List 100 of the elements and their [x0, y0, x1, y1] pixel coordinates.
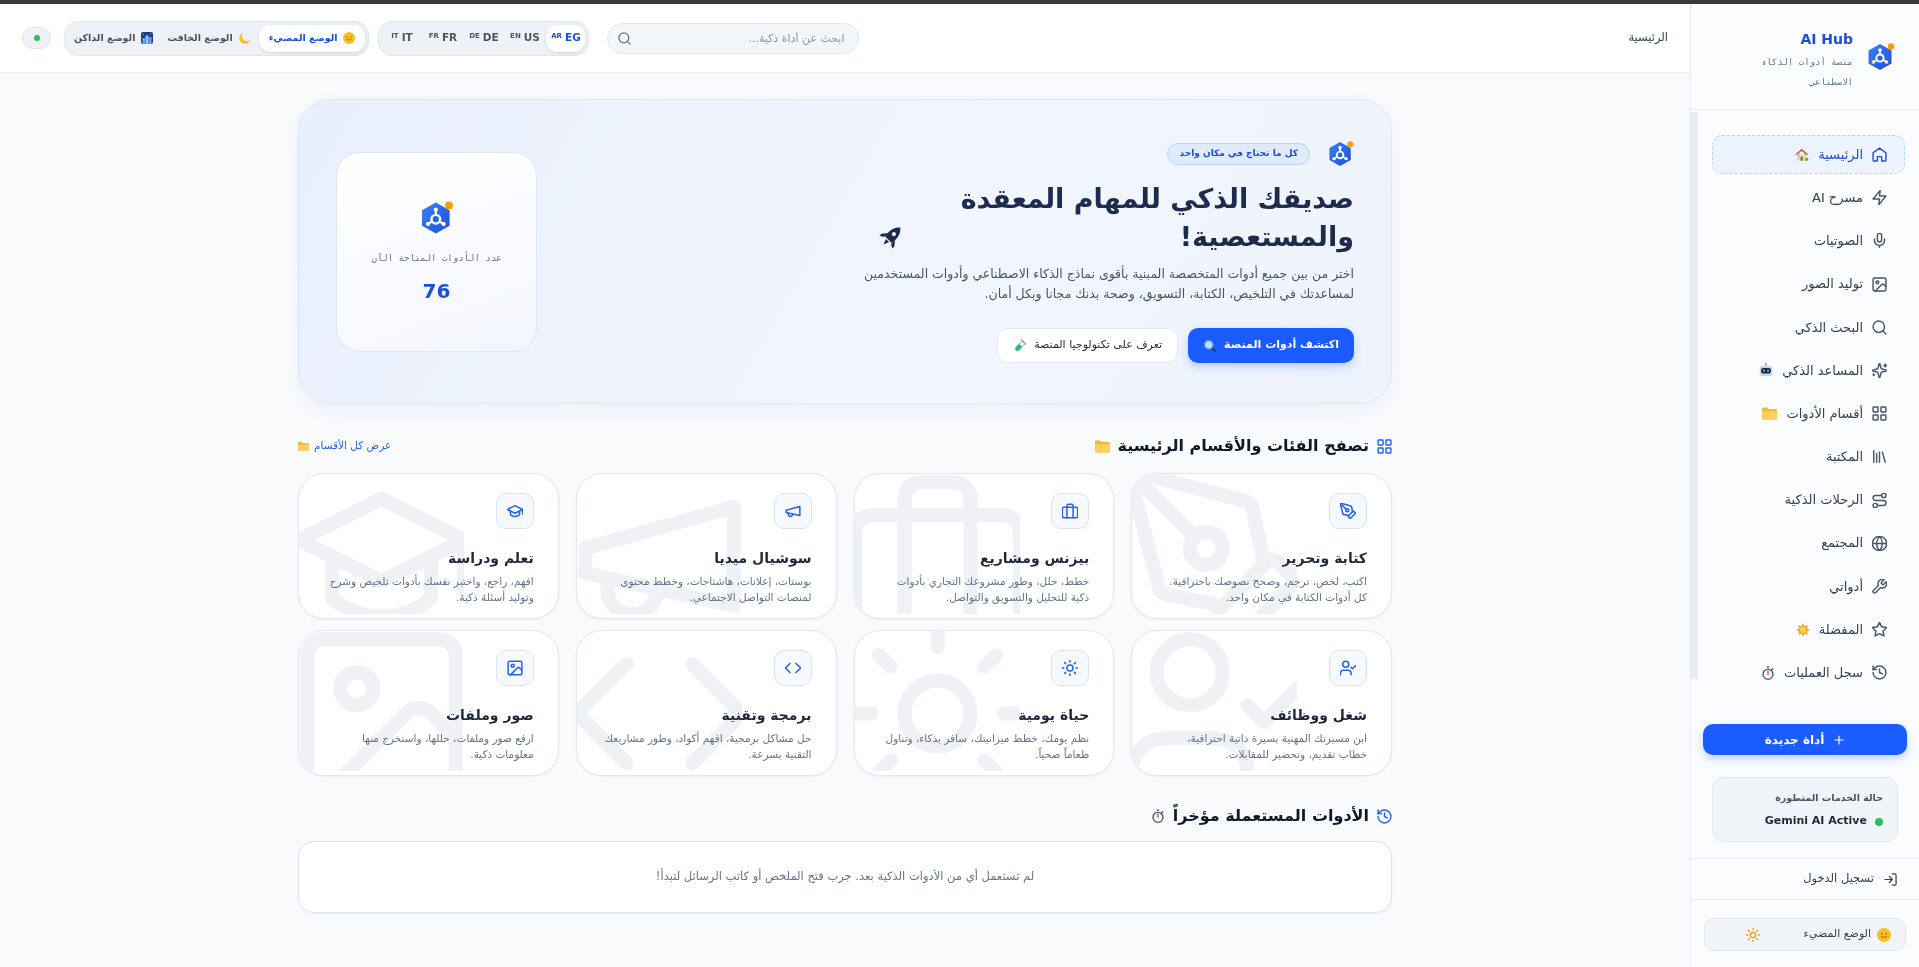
nav-item[interactable]: سجل العمليات — [1712, 653, 1905, 693]
category-card[interactable]: كتابة وتحرير اكتب، لخص، ترجم، وصحح نصوصك باحترافية. كل أدوات الكتابة في مكان واحد. — [1131, 473, 1392, 619]
stopwatch-icon — [1760, 665, 1775, 680]
theme-toggle-button[interactable]: الوضع المضيء — [1704, 918, 1906, 951]
section-title: تصفح الفئات والأقسام الرئيسية — [1117, 435, 1369, 457]
pen-nib-icon — [1329, 493, 1367, 529]
nav-item[interactable]: أقسام الأدوات — [1712, 394, 1905, 434]
category-card[interactable]: سوشيال ميديا بوستات، إعلانات، هاشتاجات، وخطط محتوى لمنصات التواصل الاجتماعي. — [575, 473, 837, 619]
theme-option[interactable]: الوضع المضيء — [258, 24, 366, 52]
folder-icon — [298, 441, 309, 451]
test-tube-icon — [1013, 338, 1028, 353]
nav-item[interactable]: البحث الذكي — [1712, 307, 1905, 347]
stats-value: 76 — [422, 278, 451, 303]
nav-item[interactable]: الصوتيات — [1712, 221, 1905, 261]
globe-icon — [1872, 535, 1887, 551]
lightning-icon — [1872, 190, 1887, 206]
theme-option[interactable]: الوضع الخافت — [161, 24, 257, 52]
category-title: سوشيال ميديا — [714, 549, 812, 569]
hexagon-logo-icon — [1867, 42, 1895, 72]
nav-item[interactable]: المجتمع — [1712, 523, 1905, 563]
hexagon-logo-icon — [1328, 140, 1354, 168]
category-card[interactable]: بيزنس ومشاريع خطط، حلل، وطور مشروعك التجاري بأدوات ذكية للتحليل والتسويق والتواصل. — [853, 473, 1115, 619]
category-title: صور وملفات — [446, 706, 534, 726]
category-description: خطط، حلل، وطور مشروعك التجاري بأدوات ذكية للتحليل والتسويق والتواصل. — [895, 573, 1090, 605]
view-all-link[interactable]: عرض كل الأقسام — [298, 438, 392, 454]
category-description: حل مشاكل برمجية، افهم أكواد، وطور مشاريعك التقنية بسرعة. — [603, 730, 812, 762]
image-icon — [495, 650, 534, 686]
nav-item[interactable]: أدواتي — [1712, 566, 1905, 606]
category-title: برمجة وتقنية — [721, 706, 812, 726]
stats-label: عدد الأدوات المتاحة الآن — [371, 252, 502, 266]
theme-option[interactable]: الوضع الداكن — [68, 24, 160, 52]
code-icon — [773, 650, 812, 686]
route-icon — [1872, 492, 1887, 508]
megaphone-icon — [773, 493, 812, 529]
category-description: نظم يومك، خطط ميزانيتك، سافر بذكاء، وتناول طعاماً صحياً. — [884, 731, 1090, 762]
category-title: كتابة وتحرير — [1282, 549, 1367, 569]
nav-item[interactable]: المكتبة — [1712, 437, 1905, 477]
new-tool-button[interactable]: أداة جديدة — [1703, 724, 1907, 755]
history-icon — [1377, 808, 1392, 824]
nav-item[interactable]: مسرح AI — [1712, 178, 1905, 218]
category-title: شغل ووظائف — [1270, 706, 1367, 726]
hero-title: صديقك الذكي للمهام المعقدة والمستعصية! — [959, 182, 1354, 255]
section-title: الأدوات المستعملة مؤخراً — [1172, 804, 1369, 827]
category-card[interactable]: برمجة وتقنية حل مشاكل برمجية، افهم أكواد، وطور مشاريعك التقنية بسرعة. — [575, 630, 837, 776]
sun-icon — [1746, 927, 1760, 942]
moon-icon — [238, 32, 251, 44]
robot-icon — [1759, 363, 1774, 378]
house-icon — [1795, 147, 1810, 162]
hero-description: اختر من بين جميع أدوات المتخصصة المبنية بأقوى نماذج الذكاء الاصطناعي وأدوات المستخدمين لمساعدتك في التلخيص، الكتابة، التسويق، وصحة بدنك مجانا وبكل أمان. — [863, 264, 1354, 304]
nav-item[interactable]: المفضلة — [1712, 610, 1905, 650]
nav-item[interactable]: توليد الصور — [1712, 264, 1905, 304]
wrench-icon — [1872, 578, 1887, 594]
category-card[interactable]: شغل ووظائف ابن مسيرتك المهنية بسيرة ذاتية احترافية، خطاب تقديم، وتحضير للمقابلات. — [1131, 630, 1392, 776]
smiling-sun-icon — [343, 32, 356, 44]
category-title: حياة يومية — [1018, 706, 1090, 726]
explore-tools-button[interactable]: اكتشف أدوات المنصة — [1188, 328, 1354, 363]
nav-item[interactable]: المساعد الذكي — [1712, 350, 1905, 390]
category-title: بيزنس ومشاريع — [979, 549, 1090, 569]
history-icon — [1872, 665, 1887, 681]
brand-name: AI Hub — [1800, 30, 1853, 48]
category-description: بوستات، إعلانات، هاشتاجات، وخطط محتوى لمنصات التواصل الاجتماعي. — [619, 574, 812, 605]
category-card[interactable]: صور وملفات ارفع صور وملفات، حللها، واستخرج منها معلومات ذكية. — [298, 630, 559, 776]
category-card[interactable]: حياة يومية نظم يومك، خطط ميزانيتك، سافر بذكاء، وتناول طعاماً صحياً. — [853, 630, 1115, 776]
brand-tagline: منصة أدوات الذكاء الاصطناعي — [1759, 55, 1853, 89]
starburst-icon — [1795, 622, 1810, 637]
category-description: افهم، راجع، واختبر نفسك بأدوات تلخيص وشرح وتوليد أسئلة ذكية. — [328, 573, 534, 605]
service-status-text: Gemini AI Active — [1764, 813, 1867, 830]
category-description: اكتب، لخص، ترجم، وصحح نصوصك باحترافية. كل أدوات الكتابة في مكان واحد. — [1168, 574, 1367, 605]
grid-icon — [1872, 406, 1887, 422]
star-icon — [1872, 622, 1887, 638]
login-link[interactable]: تسجيل الدخول — [1803, 870, 1897, 888]
category-description: ارفع صور وملفات، حللها، واستخرج منها معلومات ذكية. — [361, 731, 534, 762]
login-icon — [1884, 872, 1897, 886]
library-icon — [1872, 449, 1887, 465]
sparkles-icon — [1872, 362, 1887, 378]
user-check-icon — [1329, 650, 1367, 686]
microphone-icon — [1872, 233, 1887, 249]
graduation-cap-icon — [495, 493, 534, 529]
image-icon — [1872, 276, 1887, 292]
services-status-title: حالة الخدمات المتطورة — [1775, 791, 1883, 806]
learn-more-button[interactable]: تعرف على تكنولوجيا المنصة — [997, 328, 1179, 363]
category-card[interactable]: تعلم ودراسة افهم، راجع، واختبر نفسك بأدوات تلخيص وشرح وتوليد أسئلة ذكية. — [298, 473, 559, 619]
smiling-sun-icon — [1877, 927, 1891, 942]
category-title: تعلم ودراسة — [448, 549, 534, 569]
folder-icon — [1762, 407, 1778, 421]
night-city-icon — [141, 32, 154, 44]
plus-icon — [1833, 733, 1846, 746]
tagline-badge: كل ما تحتاج في مكان واحد — [1167, 143, 1310, 165]
sun-icon — [1051, 650, 1090, 686]
folder-icon — [1094, 439, 1110, 453]
stopwatch-icon — [1150, 809, 1165, 823]
home-icon — [1872, 147, 1887, 162]
nav-item[interactable]: الرحلات الذكية — [1712, 480, 1905, 520]
page-title: الرئيسية — [1628, 29, 1668, 47]
briefcase-icon — [1051, 493, 1090, 529]
empty-state-text: لم تستعمل أي من الأدوات الذكية بعد. جرب فتح الملخص أو كاتب الرسائل لتبدأ! — [655, 868, 1035, 886]
grid-icon — [1377, 438, 1392, 454]
search-icon — [1872, 319, 1887, 335]
nav-item[interactable]: الرئيسية — [1712, 135, 1905, 174]
search-icon — [618, 31, 632, 45]
